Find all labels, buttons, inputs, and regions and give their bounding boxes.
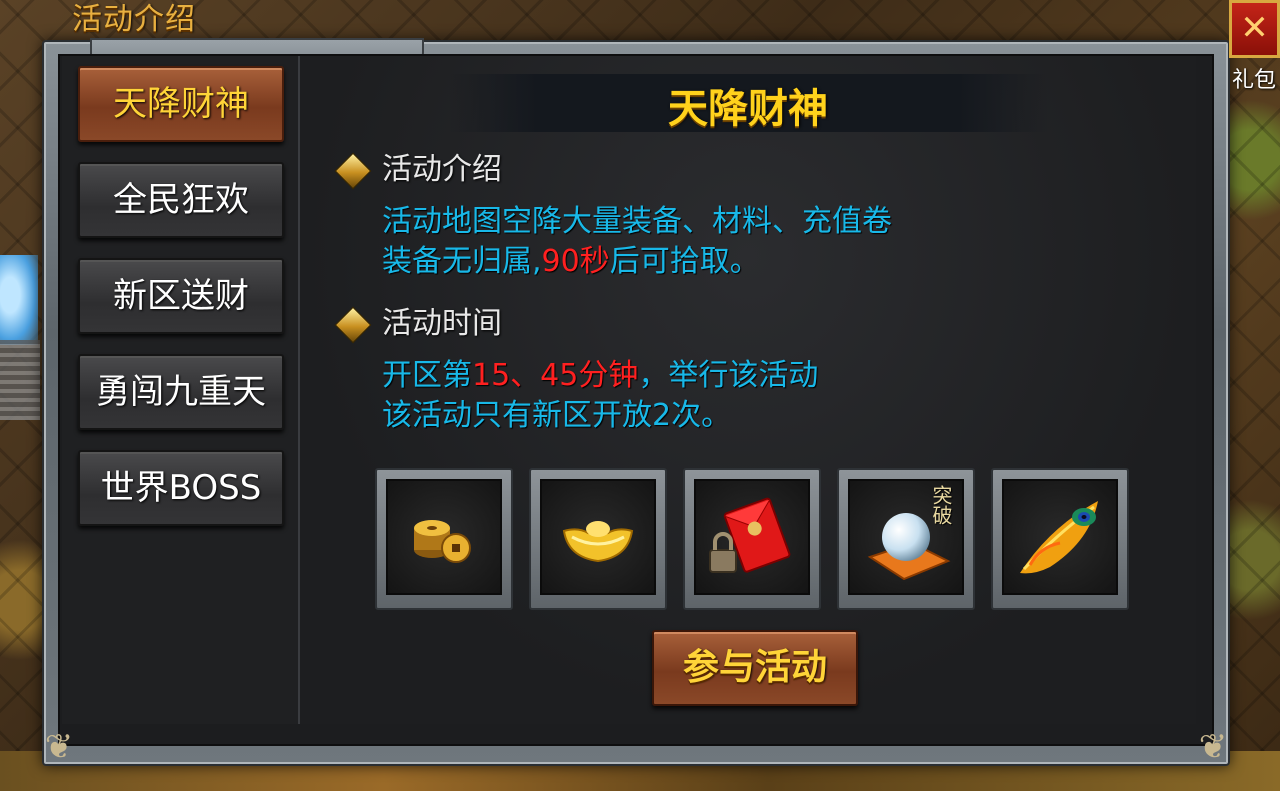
section-label-intro: 活动介绍 <box>382 152 502 187</box>
intro-line-2-suffix: 后可拾取。 <box>609 244 760 279</box>
close-icon: ✕ <box>1240 8 1269 48</box>
time-line-1: 开区第15、45分钟，举行该活动 <box>382 356 818 396</box>
sidebar-item-yongchuang-jiuchongtian[interactable]: 勇闯九重天 <box>78 354 284 430</box>
sidebar-item-world-boss[interactable]: 世界BOSS <box>78 450 284 526</box>
activity-sidebar: 天降财神 全民狂欢 新区送财 勇闯九重天 世界BOSS <box>62 56 300 724</box>
corner-ornament-icon: ❦ <box>1198 727 1228 767</box>
sidebar-item-tianjiang-caishen[interactable]: 天降财神 <box>78 66 284 142</box>
gold-ingot-icon <box>562 521 634 563</box>
section-label-time: 活动时间 <box>382 306 502 341</box>
pickup-delay-highlight: 90秒 <box>541 244 610 279</box>
sidebar-item-xinqu-songcai[interactable]: 新区送财 <box>78 258 284 334</box>
time-line-1-suffix: ，举行该活动 <box>638 358 819 393</box>
reward-slot[interactable] <box>991 468 1129 610</box>
intro-line-2-prefix: 装备无归属, <box>382 244 542 279</box>
sidebar-item-quanmin-kuanghuan[interactable]: 全民狂欢 <box>78 162 284 238</box>
diamond-bullet-icon <box>334 152 372 190</box>
intro-line-1: 活动地图空降大量装备、材料、充值卷 <box>382 204 892 239</box>
time-highlight: 15、45分钟 <box>472 358 639 393</box>
time-line-2: 该活动只有新区开放2次。 <box>382 398 732 433</box>
intro-line-2: 装备无归属,90秒后可拾取。 <box>382 242 892 282</box>
reward-slot[interactable] <box>375 468 513 610</box>
reward-slot[interactable] <box>529 468 667 610</box>
copper-coins-icon <box>414 520 471 563</box>
orb-badge: 突破 <box>929 485 953 525</box>
panel-title: 天降财神 <box>668 86 828 132</box>
intro-description: 活动地图空降大量装备、材料、充值卷 装备无归属,90秒后可拾取。 <box>382 202 892 282</box>
locked-red-envelope-icon <box>709 497 791 573</box>
corner-ornament-icon: ❦ <box>44 727 74 767</box>
crystal-decoration <box>0 255 38 345</box>
stairs-decoration <box>0 340 40 420</box>
time-line-1-prefix: 开区第 <box>382 358 472 393</box>
join-activity-button[interactable]: 参与活动 <box>652 630 858 706</box>
reward-slot[interactable]: 突破 <box>837 468 975 610</box>
reward-slot[interactable] <box>683 468 821 610</box>
gift-label[interactable]: 礼包 <box>1232 62 1276 94</box>
activity-detail-panel: 天降财神 活动介绍 活动地图空降大量装备、材料、充值卷 装备无归属,90秒后可拾… <box>300 56 1196 724</box>
diamond-bullet-icon <box>334 306 372 344</box>
time-description: 开区第15、45分钟，举行该活动 该活动只有新区开放2次。 <box>382 356 818 436</box>
phoenix-feather-icon <box>1020 501 1098 574</box>
window-title: 活动介绍 <box>72 2 196 37</box>
close-button[interactable]: ✕ <box>1229 0 1280 58</box>
